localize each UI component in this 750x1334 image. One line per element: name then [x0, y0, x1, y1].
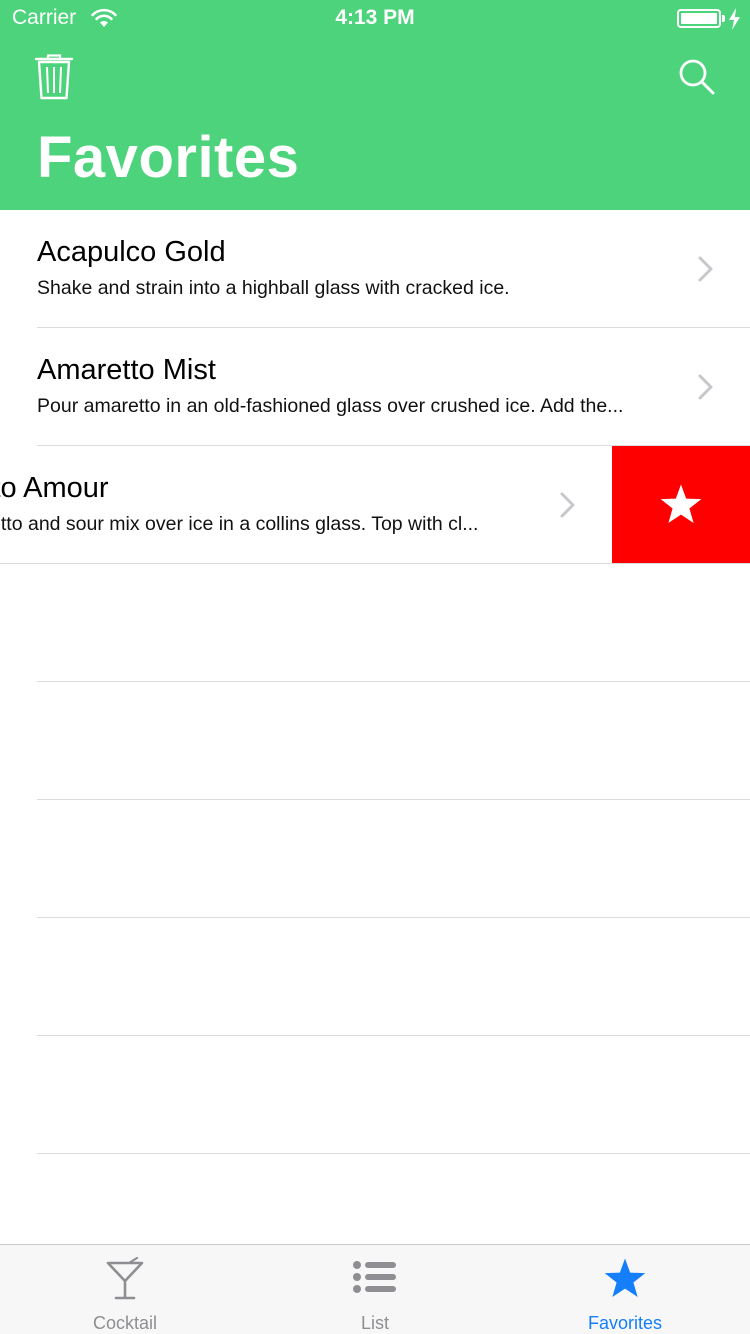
favorites-list: Acapulco Gold Shake and strain into a hi… [0, 210, 750, 564]
tab-label: List [360, 1313, 389, 1333]
item-subtitle: Pour amaretto in an old-fashioned glass … [37, 395, 624, 417]
chevron-right-icon [560, 492, 575, 518]
favorite-swipe-action-button[interactable] [612, 446, 750, 563]
empty-row-separator [37, 1153, 750, 1154]
row-separator [0, 563, 750, 564]
status-bar: Carrier 4:13 PM [0, 0, 750, 40]
empty-row-separator [37, 681, 750, 682]
chevron-right-icon [698, 374, 713, 400]
navigation-header: Carrier 4:13 PM Favorites [0, 0, 750, 210]
empty-row-separator [37, 1035, 750, 1036]
chevron-right-icon [698, 256, 713, 282]
tab-label: Favorites [587, 1313, 663, 1333]
item-title: Acapulco Gold [37, 236, 226, 268]
list-item[interactable]: Acapulco Gold Shake and strain into a hi… [0, 210, 750, 328]
tab-list[interactable]: List [250, 1245, 500, 1334]
search-button[interactable] [678, 58, 716, 96]
tab-label: Cocktail [92, 1313, 158, 1333]
charging-bolt-icon [729, 8, 740, 30]
battery-icon [677, 9, 721, 28]
item-subtitle: Shake and strain into a highball glass w… [37, 277, 510, 299]
page-title: Favorites [37, 125, 300, 190]
list-item[interactable]: Amaretto Mist Pour amaretto in an old-fa… [0, 328, 750, 446]
status-time: 4:13 PM [335, 6, 415, 29]
star-icon [660, 484, 702, 523]
star-icon [604, 1258, 646, 1297]
list-icon [353, 1261, 396, 1293]
trash-icon [34, 54, 74, 100]
trash-button[interactable] [34, 54, 74, 100]
search-icon [679, 59, 715, 95]
battery-cap [722, 15, 725, 22]
empty-row-separator [37, 799, 750, 800]
item-title: Amaretto Mist [37, 354, 216, 386]
tab-bar: Cocktail List Favorites [0, 1244, 750, 1334]
list-item-swiped[interactable]: Amaretto Amour Pour amaretto and sour mi… [0, 446, 750, 564]
tab-cocktail[interactable]: Cocktail [0, 1245, 250, 1334]
item-subtitle: Pour amaretto and sour mix over ice in a… [0, 513, 479, 535]
tab-favorites[interactable]: Favorites [500, 1245, 750, 1334]
cocktail-glass-icon [106, 1257, 144, 1300]
item-title: Amaretto Amour [0, 472, 109, 504]
empty-row-separator [37, 917, 750, 918]
